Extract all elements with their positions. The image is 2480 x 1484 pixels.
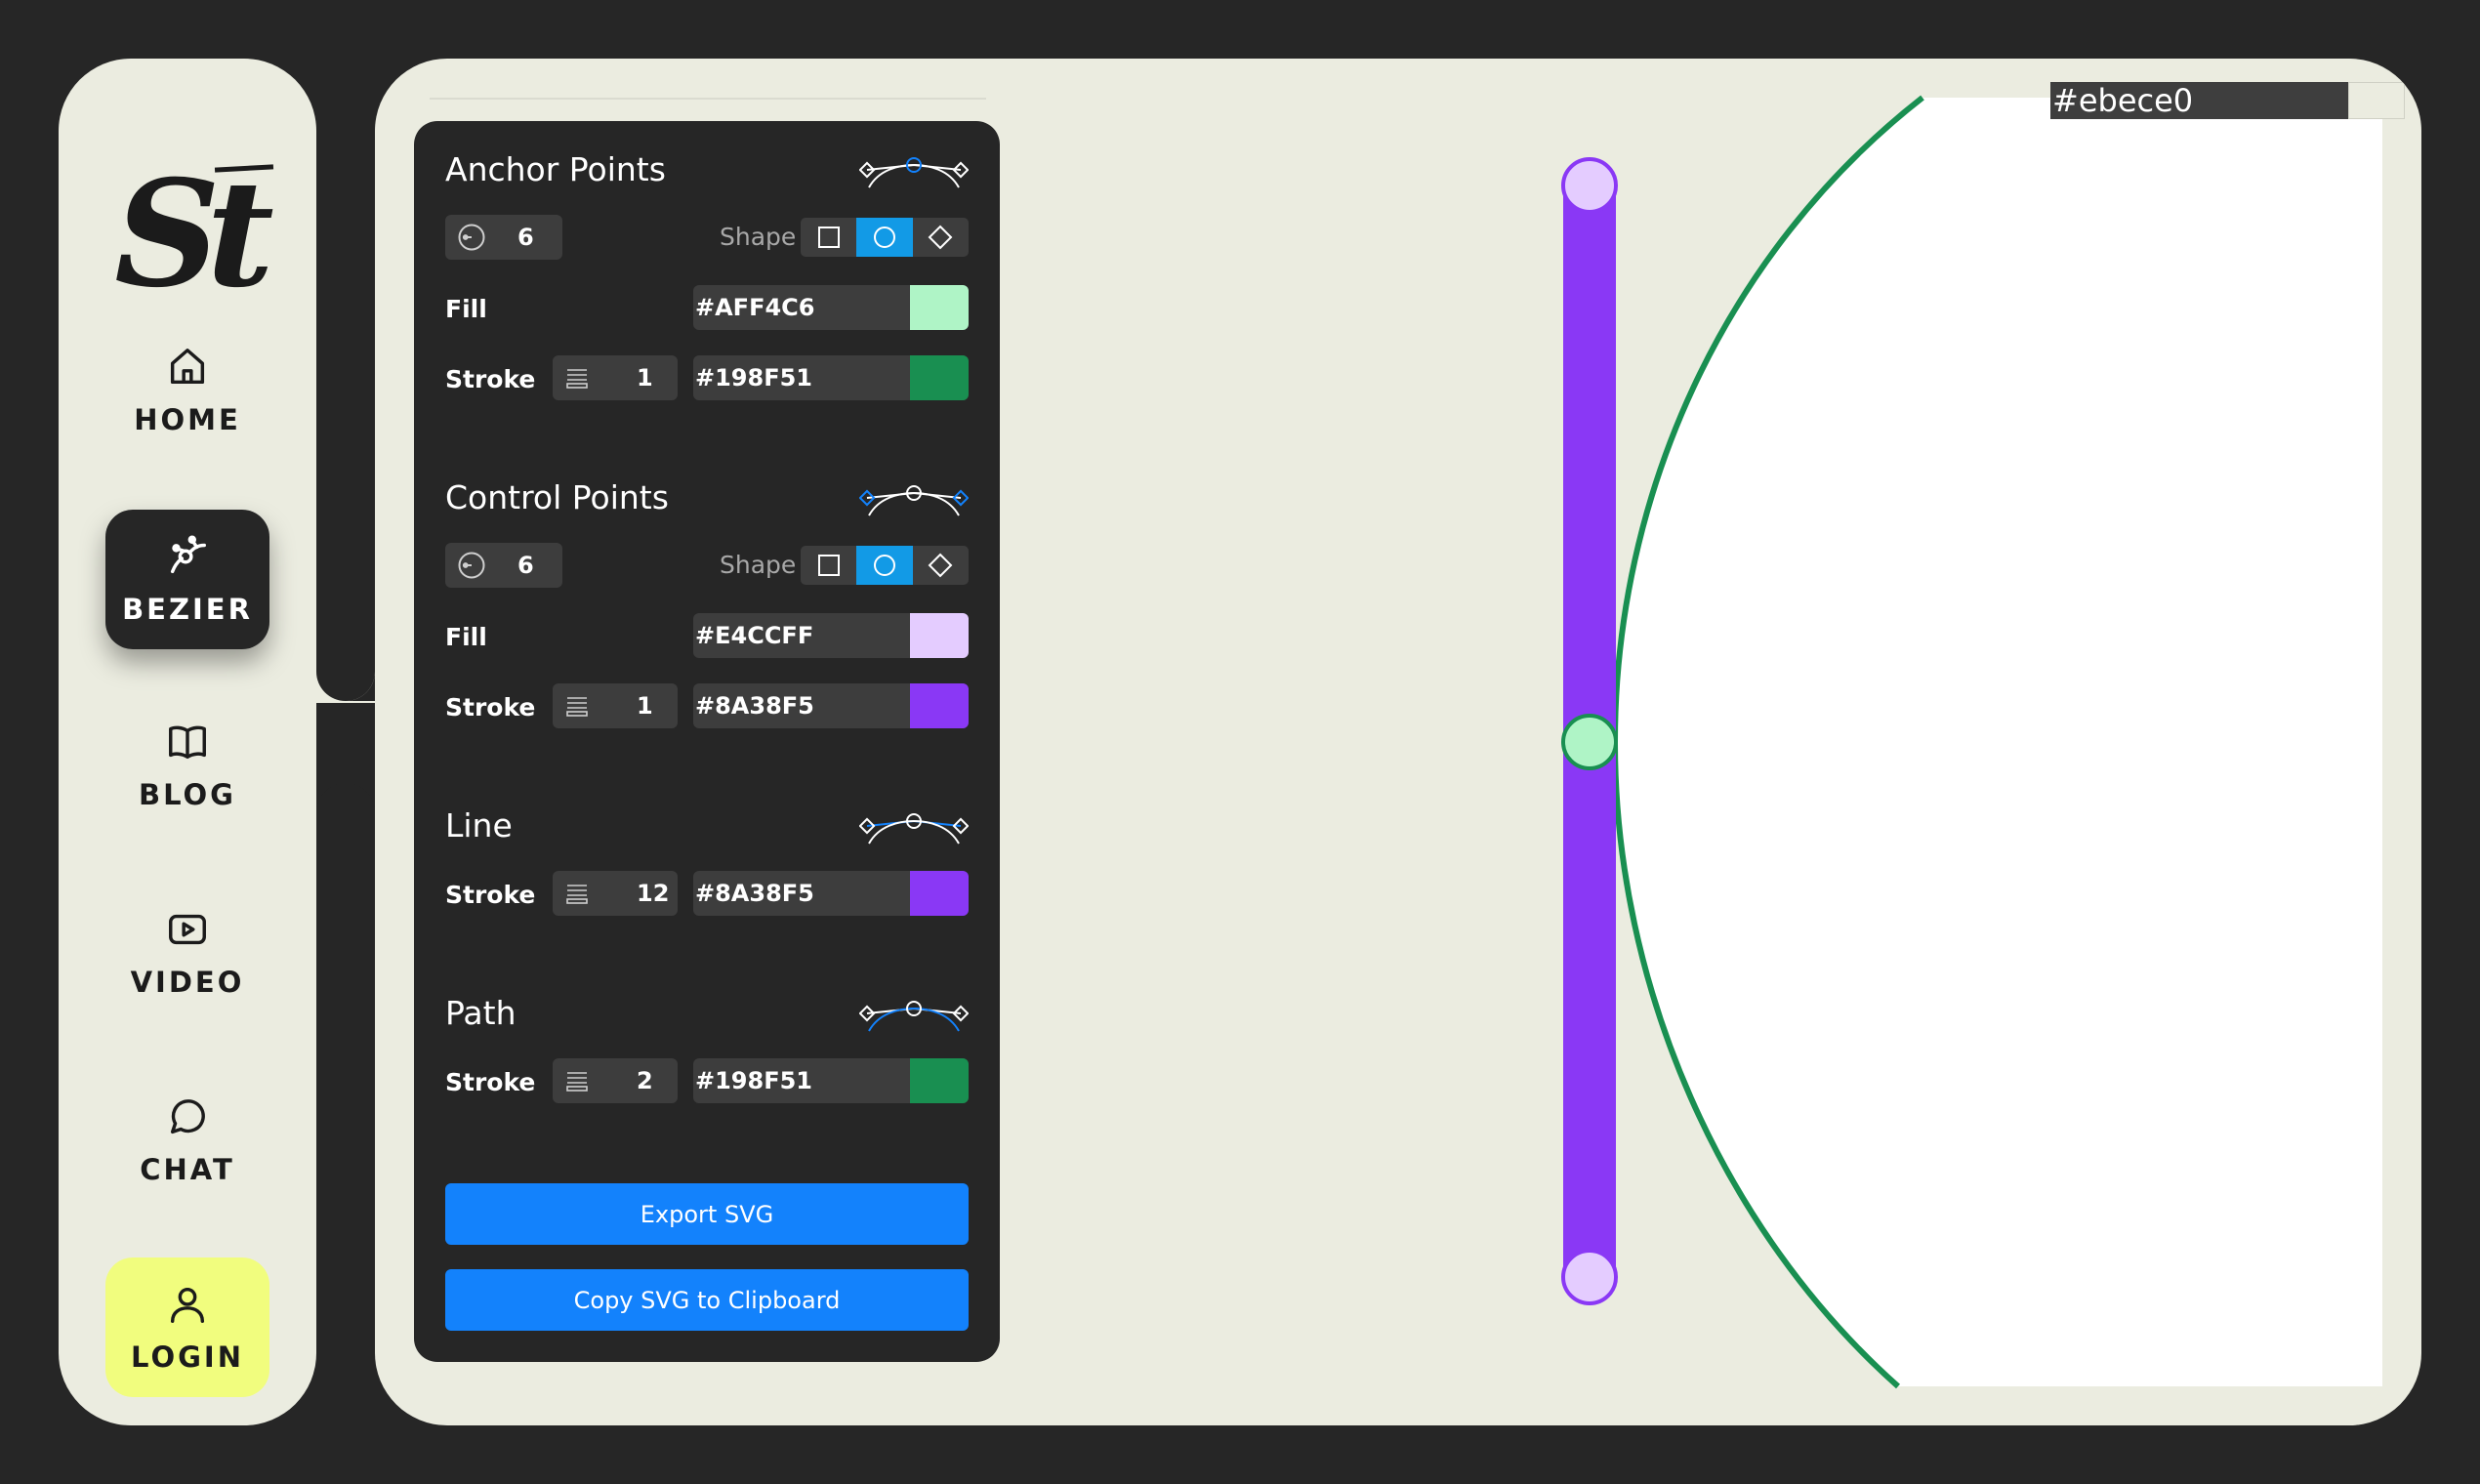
line-stroke-swatch[interactable] — [910, 871, 969, 916]
stroke-width-icon — [566, 885, 588, 904]
nav-label-blog: BLOG — [138, 777, 236, 811]
line-stroke-width[interactable]: 12 — [553, 871, 678, 916]
control-fill-swatch[interactable] — [910, 613, 969, 658]
export-svg-button[interactable]: Export SVG — [445, 1183, 969, 1245]
diamond-icon — [928, 553, 953, 578]
line-stroke-label: Stroke — [445, 881, 536, 909]
nav-item-video[interactable]: VIDEO — [105, 883, 269, 1022]
path-stroke-width[interactable]: 2 — [553, 1058, 678, 1103]
book-icon — [169, 725, 206, 759]
sidebar: St HOME BEZIER BLOG VIDEO CHAT LOGIN — [59, 59, 316, 1425]
shape-diamond-button[interactable] — [913, 218, 969, 257]
anchor-stroke-width[interactable]: 1 — [553, 355, 678, 400]
color-readout-text: #ebece0 — [2052, 82, 2194, 119]
control-stroke-hex: #8A38F5 — [695, 692, 814, 720]
control-fill-label: Fill — [445, 623, 487, 651]
color-readout: #ebece0 — [2050, 82, 2405, 119]
diamond-icon — [928, 225, 953, 250]
main-area: #ebece0 Anchor Points 6 Shape Fill #AFF4… — [375, 59, 2421, 1425]
video-icon — [169, 914, 206, 944]
anchor-count-stepper[interactable]: 6 — [445, 215, 562, 260]
control-points-icon — [859, 485, 969, 516]
anchor-section-title: Anchor Points — [445, 150, 666, 188]
path-stroke-label: Stroke — [445, 1068, 536, 1096]
nav-item-home[interactable]: HOME — [105, 320, 269, 460]
path-stroke-width-value: 2 — [637, 1067, 653, 1094]
anchor-fill-hex: #AFF4C6 — [695, 294, 815, 321]
logo: St — [114, 148, 274, 320]
path-stroke-swatch[interactable] — [910, 1058, 969, 1103]
control-stroke-label: Stroke — [445, 693, 536, 721]
control-count-stepper[interactable]: 6 — [445, 543, 562, 588]
control-point-top[interactable] — [1561, 157, 1618, 214]
anchor-stroke-swatch[interactable] — [910, 355, 969, 400]
nav-label-login: LOGIN — [131, 1340, 244, 1374]
path-stroke-hex: #198F51 — [695, 1067, 812, 1094]
user-icon — [170, 1287, 205, 1323]
square-icon — [817, 555, 840, 576]
count-icon — [458, 552, 485, 579]
control-shape-label: Shape — [720, 551, 797, 579]
nav-item-blog[interactable]: BLOG — [105, 695, 269, 835]
bezier-icon — [170, 535, 206, 573]
anchor-point-mid[interactable] — [1561, 714, 1618, 770]
square-icon — [817, 227, 840, 248]
control-section-title: Control Points — [445, 478, 669, 516]
home-icon — [170, 348, 205, 384]
count-icon — [458, 224, 485, 251]
connector-cut-bottom — [316, 783, 375, 978]
control-stroke-width[interactable]: 1 — [553, 683, 678, 728]
stroke-width-icon — [566, 697, 588, 717]
connector-cut-top-dark — [316, 547, 375, 701]
nav-label-home: HOME — [134, 402, 241, 436]
anchor-stroke-width-value: 1 — [637, 364, 653, 392]
stroke-width-icon — [566, 369, 588, 389]
shape-diamond-button[interactable] — [913, 546, 969, 585]
control-fill-hex: #E4CCFF — [695, 622, 814, 649]
nav-label-video: VIDEO — [130, 965, 245, 999]
anchor-fill-swatch[interactable] — [910, 285, 969, 330]
path-stroke-field[interactable]: #198F51 — [693, 1058, 969, 1103]
control-shape-toggle — [801, 546, 969, 585]
control-stroke-width-value: 1 — [637, 692, 653, 720]
circle-icon — [873, 227, 895, 248]
line-stroke-hex: #8A38F5 — [695, 880, 814, 907]
stroke-width-icon — [566, 1072, 588, 1092]
nav-label-chat: CHAT — [140, 1152, 235, 1186]
anchor-stroke-hex: #198F51 — [695, 364, 812, 392]
shape-circle-button[interactable] — [856, 546, 913, 585]
anchor-stroke-label: Stroke — [445, 365, 536, 393]
anchor-points-icon — [859, 157, 969, 188]
nav-item-login[interactable]: LOGIN — [105, 1257, 269, 1397]
line-icon — [859, 813, 969, 845]
control-fill-field[interactable]: #E4CCFF — [693, 613, 969, 658]
control-point-bottom[interactable] — [1561, 1249, 1618, 1305]
anchor-fill-field[interactable]: #AFF4C6 — [693, 285, 969, 330]
anchor-shape-label: Shape — [720, 223, 797, 251]
anchor-shape-toggle — [801, 218, 969, 257]
path-icon — [859, 1001, 969, 1032]
shape-square-button[interactable] — [801, 218, 856, 257]
anchor-count-value: 6 — [517, 224, 534, 251]
copy-svg-button[interactable]: Copy SVG to Clipboard — [445, 1269, 969, 1331]
shape-square-button[interactable] — [801, 546, 856, 585]
circle-icon — [873, 555, 895, 576]
shape-circle-button[interactable] — [856, 218, 913, 257]
control-stroke-field[interactable]: #8A38F5 — [693, 683, 969, 728]
anchor-fill-label: Fill — [445, 295, 487, 323]
settings-panel: Anchor Points 6 Shape Fill #AFF4C6 Strok… — [414, 121, 1000, 1362]
chat-icon — [170, 1098, 205, 1134]
line-stroke-field[interactable]: #8A38F5 — [693, 871, 969, 916]
anchor-stroke-field[interactable]: #198F51 — [693, 355, 969, 400]
control-stroke-swatch[interactable] — [910, 683, 969, 728]
nav-label-bezier: BEZIER — [122, 592, 253, 626]
color-readout-end — [2348, 82, 2405, 119]
nav-item-bezier[interactable]: BEZIER — [105, 510, 269, 649]
line-section-title: Line — [445, 806, 513, 845]
line-stroke-width-value: 12 — [637, 880, 670, 907]
path-section-title: Path — [445, 994, 517, 1032]
nav-item-chat[interactable]: CHAT — [105, 1070, 269, 1210]
control-count-value: 6 — [517, 552, 534, 579]
